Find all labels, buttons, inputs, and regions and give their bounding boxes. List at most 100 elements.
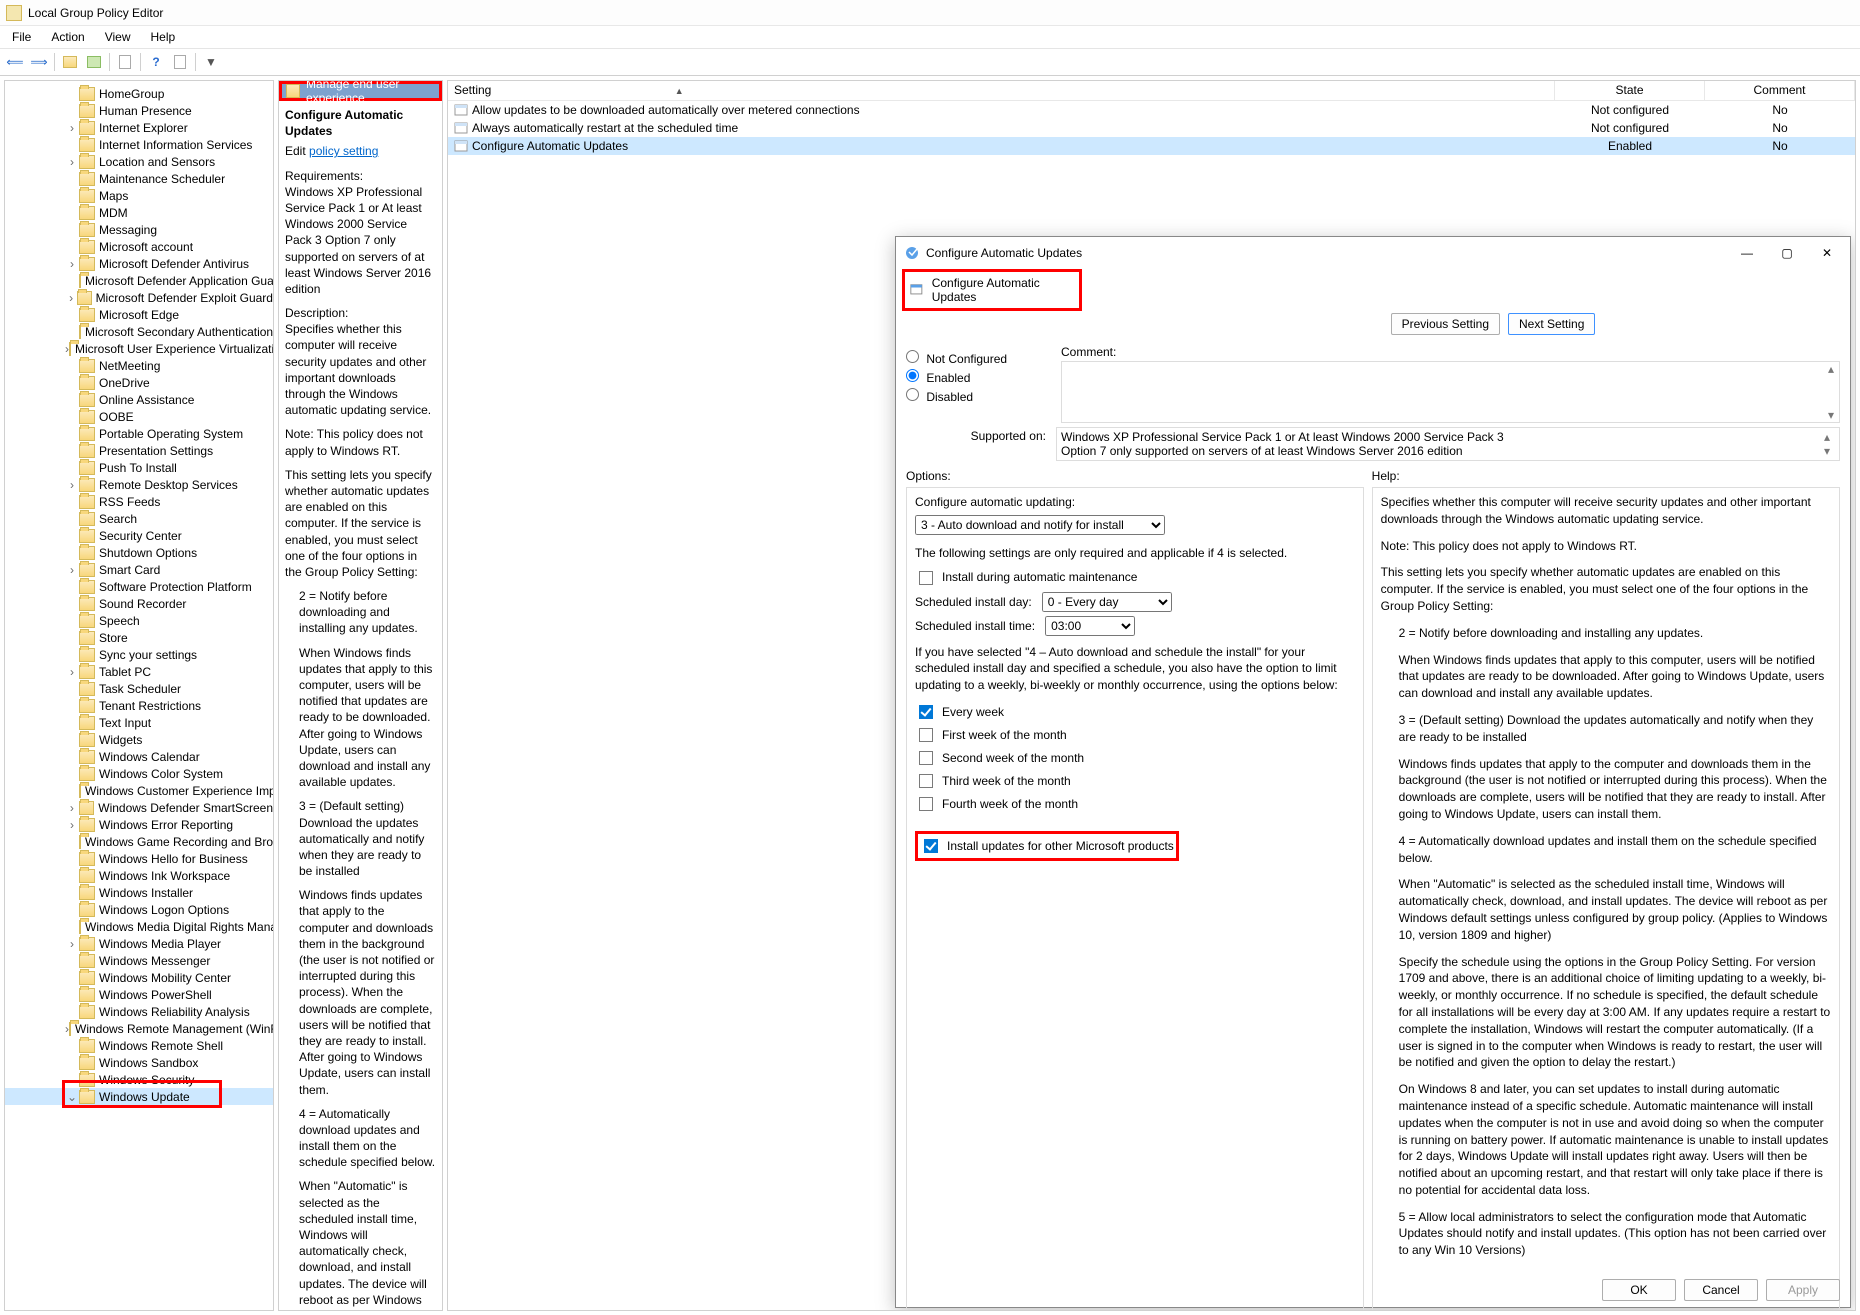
radio-enabled[interactable]: Enabled bbox=[906, 369, 1061, 385]
tree-item[interactable]: ›Windows Media Player bbox=[5, 935, 273, 952]
install-day-select[interactable]: 0 - Every day bbox=[1042, 592, 1172, 612]
tree-item[interactable]: ›Microsoft Defender Antivirus bbox=[5, 255, 273, 272]
chevron-right-icon[interactable]: › bbox=[65, 121, 79, 135]
list-icon[interactable] bbox=[83, 51, 105, 73]
tree-item[interactable]: ›Microsoft User Experience Virtualizatio… bbox=[5, 340, 273, 357]
tree-item[interactable]: Windows Security bbox=[5, 1071, 273, 1088]
chevron-right-icon[interactable]: › bbox=[65, 155, 79, 169]
install-time-select[interactable]: 03:00 bbox=[1045, 616, 1135, 636]
tree-item[interactable]: ›Microsoft Defender Exploit Guard bbox=[5, 289, 273, 306]
tree-item[interactable]: ›Tablet PC bbox=[5, 663, 273, 680]
tree-item[interactable]: Sound Recorder bbox=[5, 595, 273, 612]
tree-item[interactable]: ›Windows Error Reporting bbox=[5, 816, 273, 833]
chk-week1[interactable] bbox=[919, 728, 933, 742]
tree-item[interactable]: RSS Feeds bbox=[5, 493, 273, 510]
policy-row[interactable]: Configure Automatic UpdatesEnabledNo bbox=[448, 137, 1855, 155]
tree-item[interactable]: Windows Media Digital Rights Management bbox=[5, 918, 273, 935]
tree-item[interactable]: Windows Calendar bbox=[5, 748, 273, 765]
configure-updating-select[interactable]: 3 - Auto download and notify for install bbox=[915, 515, 1165, 535]
ok-button[interactable]: OK bbox=[1602, 1279, 1676, 1301]
tree-item[interactable]: Maps bbox=[5, 187, 273, 204]
menu-file[interactable]: File bbox=[4, 28, 39, 46]
policy-row[interactable]: Always automatically restart at the sche… bbox=[448, 119, 1855, 137]
apply-button[interactable]: Apply bbox=[1766, 1279, 1840, 1301]
scroll-down-icon[interactable]: ▾ bbox=[1824, 444, 1830, 458]
menu-action[interactable]: Action bbox=[43, 28, 92, 46]
tree-item[interactable]: Windows Mobility Center bbox=[5, 969, 273, 986]
chk-week4[interactable] bbox=[919, 797, 933, 811]
tree-item[interactable]: ›Location and Sensors bbox=[5, 153, 273, 170]
tree-item[interactable]: HomeGroup bbox=[5, 85, 273, 102]
menu-help[interactable]: Help bbox=[143, 28, 184, 46]
tree-item[interactable]: ⌄Windows Update bbox=[5, 1088, 273, 1105]
tree-item[interactable]: Windows Customer Experience Improvement … bbox=[5, 782, 273, 799]
tree-item[interactable]: Maintenance Scheduler bbox=[5, 170, 273, 187]
chevron-right-icon[interactable]: › bbox=[65, 818, 79, 832]
tree-item[interactable]: ›Smart Card bbox=[5, 561, 273, 578]
tree-item[interactable]: Windows Logon Options bbox=[5, 901, 273, 918]
dialog-titlebar[interactable]: Configure Automatic Updates — ▢ ✕ bbox=[896, 237, 1850, 269]
chevron-right-icon[interactable]: › bbox=[65, 291, 77, 305]
tree-item[interactable]: Windows Remote Shell bbox=[5, 1037, 273, 1054]
tree-item[interactable]: Messaging bbox=[5, 221, 273, 238]
menu-view[interactable]: View bbox=[97, 28, 139, 46]
tree-item[interactable]: Security Center bbox=[5, 527, 273, 544]
tree-item[interactable]: Software Protection Platform bbox=[5, 578, 273, 595]
tree-item[interactable]: Internet Information Services bbox=[5, 136, 273, 153]
chevron-right-icon[interactable]: › bbox=[65, 257, 79, 271]
comment-field[interactable]: ▴▾ bbox=[1061, 361, 1840, 423]
tree-item[interactable]: Windows Ink Workspace bbox=[5, 867, 273, 884]
tree-item[interactable]: Windows PowerShell bbox=[5, 986, 273, 1003]
properties-icon[interactable] bbox=[169, 51, 191, 73]
tree-item[interactable]: ›Internet Explorer bbox=[5, 119, 273, 136]
col-state[interactable]: State bbox=[1555, 81, 1705, 100]
tree-item[interactable]: MDM bbox=[5, 204, 273, 221]
tree-item[interactable]: OOBE bbox=[5, 408, 273, 425]
tree-item[interactable]: Widgets bbox=[5, 731, 273, 748]
tree-pane[interactable]: HomeGroupHuman Presence›Internet Explore… bbox=[4, 80, 274, 1311]
tree-item[interactable]: Online Assistance bbox=[5, 391, 273, 408]
chevron-right-icon[interactable]: › bbox=[65, 937, 79, 951]
tree-item[interactable]: Windows Hello for Business bbox=[5, 850, 273, 867]
tree-item[interactable]: Windows Game Recording and Broadcasting bbox=[5, 833, 273, 850]
policy-list[interactable]: Allow updates to be downloaded automatic… bbox=[448, 101, 1855, 155]
scroll-up-icon[interactable]: ▴ bbox=[1828, 362, 1834, 376]
tree-item[interactable]: Shutdown Options bbox=[5, 544, 273, 561]
chk-auto-maintenance[interactable] bbox=[919, 571, 933, 585]
tree-item[interactable]: Microsoft Defender Application Guard bbox=[5, 272, 273, 289]
scroll-up-icon[interactable]: ▴ bbox=[1824, 430, 1830, 444]
tree-item[interactable]: Portable Operating System bbox=[5, 425, 273, 442]
tree-item[interactable]: Windows Installer bbox=[5, 884, 273, 901]
cancel-button[interactable]: Cancel bbox=[1684, 1279, 1758, 1301]
tree-item[interactable]: Tenant Restrictions bbox=[5, 697, 273, 714]
tree-item[interactable]: Microsoft Secondary Authentication Facto… bbox=[5, 323, 273, 340]
refresh-icon[interactable] bbox=[114, 51, 136, 73]
tree-item[interactable]: Push To Install bbox=[5, 459, 273, 476]
maximize-icon[interactable]: ▢ bbox=[1768, 239, 1806, 267]
tree-item[interactable]: Windows Sandbox bbox=[5, 1054, 273, 1071]
chevron-down-icon[interactable]: ⌄ bbox=[65, 1090, 79, 1104]
chk-every-week[interactable] bbox=[919, 705, 933, 719]
chevron-right-icon[interactable]: › bbox=[65, 801, 79, 815]
up-folder-icon[interactable] bbox=[59, 51, 81, 73]
list-header[interactable]: Setting ▲ State Comment bbox=[448, 81, 1855, 101]
chk-other-ms-products[interactable] bbox=[924, 839, 938, 853]
tree-item[interactable]: Windows Color System bbox=[5, 765, 273, 782]
next-setting-button[interactable]: Next Setting bbox=[1508, 313, 1595, 335]
forward-icon[interactable]: ⟹ bbox=[28, 51, 50, 73]
tree-item[interactable]: Microsoft Edge bbox=[5, 306, 273, 323]
tree-item[interactable]: ›Windows Remote Management (WinRM) bbox=[5, 1020, 273, 1037]
tree-item[interactable]: Task Scheduler bbox=[5, 680, 273, 697]
radio-disabled[interactable]: Disabled bbox=[906, 388, 1061, 404]
help-icon[interactable]: ? bbox=[145, 51, 167, 73]
scroll-down-icon[interactable]: ▾ bbox=[1828, 408, 1834, 422]
tree-item[interactable]: Microsoft account bbox=[5, 238, 273, 255]
filter-icon[interactable]: ▼ bbox=[200, 51, 222, 73]
chk-week3[interactable] bbox=[919, 774, 933, 788]
minimize-icon[interactable]: — bbox=[1728, 239, 1766, 267]
chk-week2[interactable] bbox=[919, 751, 933, 765]
tree-item[interactable]: ›Remote Desktop Services bbox=[5, 476, 273, 493]
radio-not-configured[interactable]: Not Configured bbox=[906, 350, 1061, 366]
tree-item[interactable]: OneDrive bbox=[5, 374, 273, 391]
tree-item[interactable]: Search bbox=[5, 510, 273, 527]
